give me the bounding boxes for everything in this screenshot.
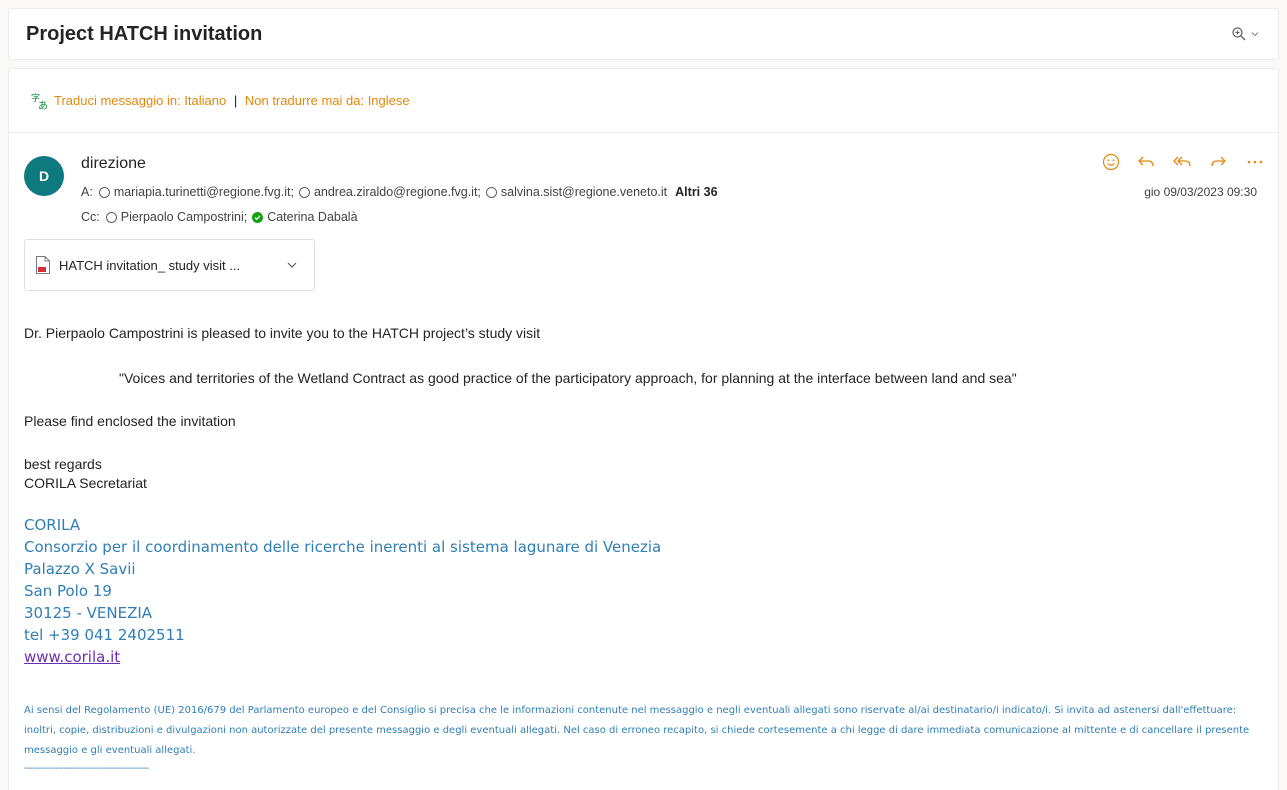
translate-icon: 字 あ [31,92,48,110]
reply-all-icon [1173,156,1191,167]
never-translate-link[interactable]: Non tradurre mai da: Inglese [245,93,410,108]
pdf-icon [36,256,50,274]
presence-icon [105,211,117,223]
body-secretariat: CORILA Secretariat [24,475,147,491]
chevron-down-icon[interactable] [285,258,299,272]
cc-label: Cc: [81,210,100,224]
signature-line: Consorzio per il coordinamento delle ric… [24,538,662,556]
chevron-down-icon [1251,32,1259,37]
body-quote: "Voices and territories of the Wetland C… [119,370,1017,386]
emoji-icon [1102,153,1120,171]
emoji-button[interactable] [1100,151,1122,173]
to-label: A: [81,185,93,199]
to-line: A: mariapia.turinetti@regione.fvg.it; an… [81,185,718,199]
signature-line: 30125 - VENEZIA [24,604,153,622]
forward-button[interactable] [1208,151,1230,173]
forward-icon [1211,156,1226,167]
zoom-icon [1232,27,1246,41]
message-actions [1100,151,1266,173]
subject-bar: Project HATCH invitation [8,8,1279,60]
message-card: 字 あ Traduci messaggio in: Italiano | Non… [8,68,1279,790]
presence-icon [98,186,110,198]
more-icon [1247,160,1263,164]
signature-line: tel +39 041 2402511 [24,626,185,644]
recipient[interactable]: Caterina Dabalà [252,210,358,224]
message-date: gio 09/03/2023 09:30 [1144,185,1257,199]
more-actions-button[interactable] [1244,151,1266,173]
reply-all-button[interactable] [1172,151,1194,173]
check-icon [252,211,264,223]
reply-icon [1138,156,1154,167]
subject-title: Project HATCH invitation [26,22,263,45]
body-regards: best regards [24,456,102,472]
recipient[interactable]: mariapia.turinetti@regione.fvg.it; [98,185,294,199]
reply-button[interactable] [1136,151,1158,173]
cc-line: Cc: Pierpaolo Campostrini; Caterina Daba… [81,210,363,224]
disclaimer: Ai sensi del Regolamento (UE) 2016/679 d… [24,705,1250,756]
more-recipients-link[interactable]: Altri 36 [675,185,717,199]
signature-line: Palazzo X Savii [24,560,136,578]
avatar[interactable]: D [24,156,64,196]
signature-line: San Polo 19 [24,582,112,600]
sender-name[interactable]: direzione [81,155,146,173]
disclaimer-divider: ----------------------------------------… [24,763,149,774]
body-enclosed: Please find enclosed the invitation [24,413,236,429]
attachment-name: HATCH invitation_ study visit ... [59,257,241,273]
website-link[interactable]: www.corila.it [24,648,120,666]
zoom-control[interactable] [1231,26,1260,42]
svg-text:あ: あ [38,100,48,110]
translate-bar: 字 あ Traduci messaggio in: Italiano | Non… [9,69,1278,133]
presence-icon [298,186,310,198]
translate-separator: | [233,93,238,108]
body-intro: Dr. Pierpaolo Campostrini is pleased to … [24,325,541,341]
attachment-card[interactable]: HATCH invitation_ study visit ... [24,239,315,291]
signature-line: CORILA [24,516,81,534]
presence-icon [485,186,497,198]
recipient[interactable]: andrea.ziraldo@regione.fvg.it; [298,185,481,199]
recipient[interactable]: salvina.sist@regione.veneto.it [485,185,667,199]
recipient[interactable]: Pierpaolo Campostrini; [105,210,247,224]
translate-to-italian-link[interactable]: Traduci messaggio in: Italiano [54,93,226,108]
